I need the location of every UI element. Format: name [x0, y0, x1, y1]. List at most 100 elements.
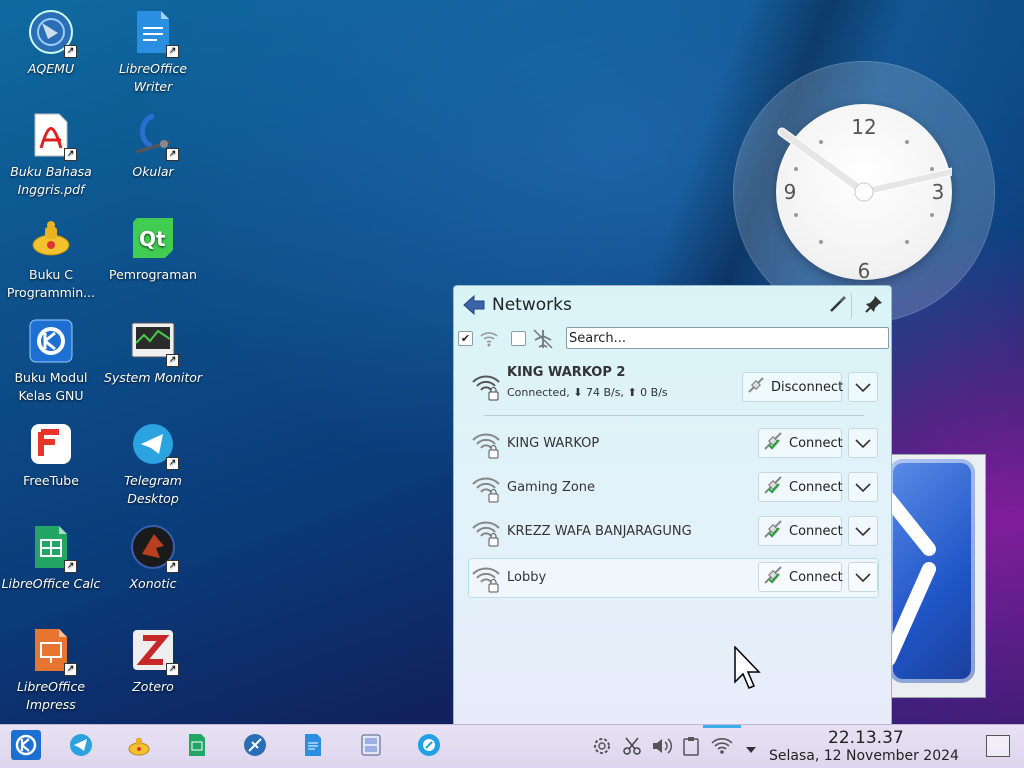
network-ssid: KING WARKOP 2: [507, 365, 626, 380]
desktop-icon-label: Telegram Desktop: [124, 473, 182, 506]
expand-button[interactable]: [848, 562, 878, 592]
taskbar-libreoffice-calc[interactable]: [183, 733, 211, 761]
chevron-down-icon: [855, 378, 871, 397]
network-ssid: KING WARKOP: [507, 436, 600, 451]
network-row-connected[interactable]: KING WARKOP 2 Connected, ⬇ 74 B/s, ⬆ 0 B…: [468, 362, 879, 410]
browser-icon: [417, 733, 441, 761]
libreoffice-calc-icon: [187, 733, 207, 761]
taskbar-genie[interactable]: [125, 733, 153, 761]
clock-numeral-12: 12: [851, 115, 876, 139]
pin-icon: [865, 295, 883, 317]
desktop-icon-aqemu[interactable]: ↗ AQEMU: [1, 8, 101, 78]
disconnect-button[interactable]: Disconnect: [742, 372, 844, 402]
taskbar-browser[interactable]: [415, 733, 443, 761]
connect-button[interactable]: Connect: [758, 472, 843, 502]
expand-button[interactable]: [848, 372, 878, 402]
desktop-icon-pemrograman[interactable]: Qt Pemrograman: [103, 214, 203, 284]
connect-icon: [763, 565, 783, 589]
expand-button[interactable]: [848, 472, 878, 502]
connection-status: Connected,: [507, 386, 570, 399]
tray-network[interactable]: [711, 737, 733, 759]
network-row-hovered[interactable]: Lobby Connect: [468, 558, 879, 598]
desktop-icon-libreoffice-calc[interactable]: ↗ LibreOffice Calc: [1, 523, 101, 593]
tray-volume[interactable]: [651, 737, 673, 759]
network-row[interactable]: KREZZ WAFA BANJARAGUNG Connect: [468, 512, 879, 552]
svg-text:Qt: Qt: [139, 227, 166, 251]
expand-button[interactable]: [848, 428, 878, 458]
network-row[interactable]: KING WARKOP Connect: [468, 424, 879, 464]
desktop-icon-freetube[interactable]: FreeTube: [1, 420, 101, 490]
freetube-icon: [27, 420, 75, 468]
libreoffice-calc-icon: ↗: [27, 523, 77, 573]
connect-icon: [763, 431, 783, 455]
telegram-icon: ↗: [129, 420, 179, 470]
pdf-icon: ↗: [27, 111, 77, 161]
desktop-icon-label: Pemrograman: [109, 267, 197, 282]
genie-lamp-icon: [126, 733, 152, 761]
clock-numeral-9: 9: [784, 180, 797, 204]
clock-date[interactable]: Selasa, 12 November 2024: [769, 748, 959, 764]
desktop-icon-okular[interactable]: ↗ Okular: [103, 111, 203, 181]
connect-label: Connect: [789, 435, 843, 451]
application-launcher-button[interactable]: [10, 730, 42, 763]
desktop-icon-libreoffice-impress[interactable]: ↗ LibreOffice Impress: [1, 626, 101, 714]
desktop-icon-label: LibreOffice Impress: [16, 679, 86, 712]
wifi-secured-icon: [470, 370, 502, 402]
zotero-icon: ↗: [129, 626, 179, 676]
chevron-down-icon: [855, 434, 871, 453]
libreoffice-writer-icon: ↗: [129, 8, 179, 58]
network-row[interactable]: Gaming Zone Connect: [468, 468, 879, 508]
libreoffice-writer-icon: [303, 733, 323, 761]
connect-button[interactable]: Connect: [758, 562, 843, 592]
desktop-icon-label: Okular: [132, 164, 174, 179]
taskbar-telegram[interactable]: [67, 733, 95, 761]
tray-clipboard[interactable]: [680, 737, 702, 759]
wifi-enabled-checkbox[interactable]: ✔: [458, 331, 473, 346]
desktop-icon-zotero[interactable]: ↗ Zotero: [103, 626, 203, 696]
download-icon: ⬇: [573, 386, 583, 399]
kde-logo-window[interactable]: [884, 454, 986, 698]
taskbar-aqemu[interactable]: [241, 733, 269, 761]
disconnect-icon: [747, 376, 765, 398]
taskbar-file-manager[interactable]: [357, 733, 385, 761]
qt-icon: Qt: [129, 214, 177, 262]
divider: [484, 415, 864, 416]
scissors-icon: [622, 736, 642, 760]
desktop-icon-telegram[interactable]: ↗ Telegram Desktop: [103, 420, 203, 508]
networks-popup: Networks ✔ KING WARKOP 2 Connected, ⬇ 74…: [453, 285, 892, 725]
desktop-icon-buku-c[interactable]: Buku C Programmin...: [1, 214, 101, 302]
expand-button[interactable]: [848, 516, 878, 546]
desktop-icon-xonotic[interactable]: ↗ Xonotic: [103, 523, 203, 593]
analog-clock-widget[interactable]: 12 3 6 9: [734, 62, 994, 322]
connect-button[interactable]: Connect: [758, 516, 843, 546]
mouse-cursor-icon: [734, 645, 762, 694]
back-arrow-icon[interactable]: [462, 294, 486, 316]
upload-icon: ⬆: [627, 386, 637, 399]
show-desktop-button[interactable]: [986, 735, 1010, 757]
desktop-icon-system-monitor[interactable]: ↗ System Monitor: [103, 317, 203, 387]
wifi-secured-icon: [470, 428, 502, 460]
airplane-mode-checkbox[interactable]: [511, 331, 526, 346]
tray-settings[interactable]: [591, 737, 613, 759]
desktop-icon-label: Buku C Programmin...: [6, 267, 96, 300]
popup-title: Networks: [492, 295, 572, 315]
connect-label: Connect: [789, 523, 843, 539]
clock-face: 12 3 6 9: [776, 104, 952, 280]
clock-time[interactable]: 22.13.37: [828, 728, 904, 748]
desktop-icon-buku-bahasa-inggris[interactable]: ↗ Buku Bahasa Inggris.pdf: [1, 111, 101, 199]
taskbar-libreoffice-writer[interactable]: [299, 733, 327, 761]
pin-button[interactable]: [860, 292, 888, 320]
disconnect-label: Disconnect: [771, 379, 844, 395]
desktop-icon-label: System Monitor: [103, 370, 203, 385]
desktop-icon-label: Xonotic: [129, 576, 177, 591]
desktop-icon-buku-modul[interactable]: Buku Modul Kelas GNU: [1, 317, 101, 405]
xonotic-icon: ↗: [129, 523, 179, 573]
desktop-icon-label: Buku Bahasa Inggris.pdf: [10, 164, 92, 197]
tray-clipboard-scissors[interactable]: [621, 737, 643, 759]
configure-button[interactable]: [824, 292, 852, 320]
connect-button[interactable]: Connect: [758, 428, 843, 458]
search-input[interactable]: [566, 327, 889, 349]
tray-expand[interactable]: [740, 737, 762, 759]
desktop-icon-libreoffice-writer[interactable]: ↗ LibreOffice Writer: [103, 8, 203, 96]
airplane-mode-icon: [532, 328, 554, 354]
